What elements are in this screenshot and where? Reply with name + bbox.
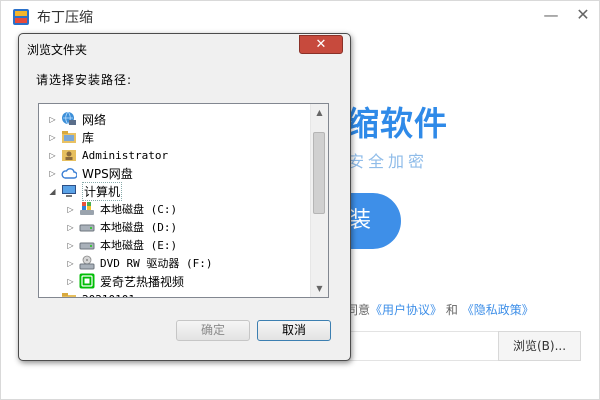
expand-arrow-icon[interactable]: ▷ (47, 133, 58, 142)
tree-item-label: 网络 (82, 112, 107, 127)
tree-item-drive-e[interactable]: ▷ 本地磁盘 (E:) (65, 236, 177, 254)
expand-arrow-icon[interactable]: ▷ (65, 223, 76, 232)
browse-button[interactable]: 浏览(B)... (498, 331, 581, 361)
tree-item-label: Administrator (82, 148, 169, 162)
agreement-and: 和 (445, 303, 458, 317)
folder-tree[interactable]: ▷ 网络 ▷ 库 ▷ Administrator ▷ WPS网盘 ◢ 计算机 ▷… (38, 103, 329, 298)
dialog-close-button[interactable]: ✕ (299, 35, 343, 54)
drive-icon (79, 237, 95, 253)
cancel-button[interactable]: 取消 (257, 320, 331, 341)
tree-item-iqiyi[interactable]: ▷ 爱奇艺热播视频 (65, 272, 184, 290)
dialog-title: 浏览文件夹 (27, 43, 88, 57)
tree-item-label: 本地磁盘 (E:) (100, 239, 178, 252)
privacy-policy-link[interactable]: 《隐私政策》 (462, 303, 534, 317)
ok-button[interactable]: 确定 (176, 320, 250, 341)
scroll-thumb[interactable] (313, 132, 325, 214)
tree-item-label: 计算机 (82, 181, 123, 201)
window-title: 布丁压缩 (37, 10, 93, 26)
tree-item-folder[interactable]: ▷ 20210101 (47, 290, 135, 298)
scroll-down-icon[interactable]: ▼ (311, 280, 328, 297)
install-path-field[interactable] (341, 331, 499, 361)
dialog-prompt: 请选择安装路径: (36, 73, 133, 87)
expand-arrow-icon[interactable]: ▷ (47, 115, 58, 124)
folder-icon (61, 291, 77, 297)
tree-scrollbar[interactable]: ▲ ▼ (310, 104, 328, 297)
tree-item-label: 爱奇艺热播视频 (100, 274, 185, 289)
expand-arrow-icon[interactable]: ▷ (65, 259, 76, 268)
browse-folder-dialog: 浏览文件夹 ✕ 请选择安装路径: ▷ 网络 ▷ 库 ▷ Administrato… (18, 33, 351, 361)
tree-item-label: 本地磁盘 (D:) (100, 221, 178, 234)
network-icon (61, 111, 77, 127)
tree-item-library[interactable]: ▷ 库 (47, 128, 94, 146)
cloud-icon (61, 165, 78, 181)
tree-item-administrator[interactable]: ▷ Administrator (47, 146, 168, 164)
close-button[interactable]: ✕ (571, 3, 595, 27)
minimize-button[interactable]: — (539, 3, 563, 27)
tree-item-computer[interactable]: ◢ 计算机 (47, 181, 123, 201)
tree-item-label: 20210101 (82, 293, 135, 298)
scroll-up-icon[interactable]: ▲ (311, 104, 328, 121)
hero-subtitle: 安全加密 (348, 152, 429, 171)
expand-arrow-icon[interactable]: ▷ (47, 169, 58, 178)
tree-item-drive-d[interactable]: ▷ 本地磁盘 (D:) (65, 218, 177, 236)
expand-arrow-icon[interactable]: ▷ (65, 205, 76, 214)
library-icon (61, 129, 77, 145)
system-drive-icon (79, 201, 95, 217)
expand-arrow-icon[interactable]: ▷ (47, 295, 58, 298)
tree-item-label: 本地磁盘 (C:) (100, 203, 178, 216)
tree-item-label: 库 (82, 130, 95, 145)
tree-item-dvd-drive[interactable]: ▷ DVD RW 驱动器 (F:) (65, 254, 212, 272)
user-agreement-link[interactable]: 《用户协议》 (370, 303, 442, 317)
tree-item-label: WPS网盘 (82, 166, 133, 181)
computer-icon (61, 183, 77, 199)
app-logo-icon (13, 9, 29, 25)
expand-arrow-icon[interactable]: ▷ (65, 241, 76, 250)
collapse-arrow-icon[interactable]: ◢ (47, 187, 58, 196)
iqiyi-icon (79, 273, 95, 289)
expand-arrow-icon[interactable]: ▷ (65, 277, 76, 286)
hero-title: 缩软件 (346, 104, 448, 143)
expand-arrow-icon[interactable]: ▷ (47, 151, 58, 160)
title-bar: 布丁压缩 (13, 7, 93, 27)
dvd-drive-icon (79, 255, 95, 271)
tree-item-drive-c[interactable]: ▷ 本地磁盘 (C:) (65, 200, 177, 218)
tree-item-network[interactable]: ▷ 网络 (47, 110, 106, 128)
agreement-row: 同意《用户协议》 和 《隐私政策》 (346, 301, 534, 318)
tree-item-wps-drive[interactable]: ▷ WPS网盘 (47, 164, 133, 182)
drive-icon (79, 219, 95, 235)
dialog-title-bar: 浏览文件夹 ✕ (19, 34, 350, 64)
tree-item-label: DVD RW 驱动器 (F:) (100, 257, 213, 270)
user-folder-icon (61, 147, 77, 163)
